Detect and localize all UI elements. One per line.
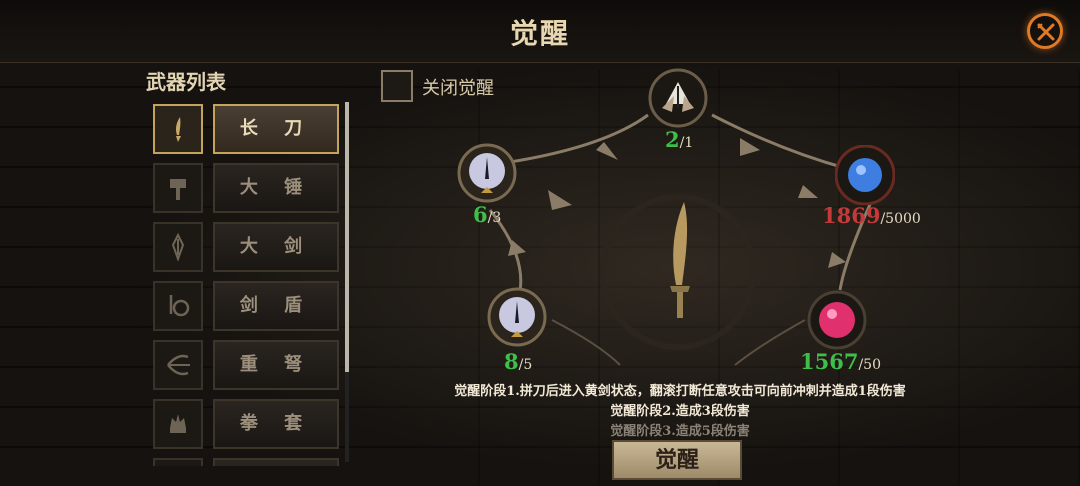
node-lower-right-max: /50	[858, 357, 881, 373]
awaken-node-lower-right[interactable]	[807, 290, 867, 350]
awaken-stage-1-description: 觉醒阶段1.拼刀后进入黄剑状态，翻滚打断任意攻击可向前冲刺并造成1段伤害	[454, 384, 906, 399]
node-upper-right-value: 1869	[822, 203, 881, 228]
awaken-stage-3-description: 觉醒阶段3.造成5段伤害	[610, 424, 750, 439]
node-top-max: /1	[679, 135, 694, 151]
blue-orb-icon	[835, 145, 895, 205]
node-lower-left-count: 8/5	[504, 349, 532, 374]
awaken-node-upper-right[interactable]	[835, 145, 895, 205]
awaken-button[interactable]: 觉醒	[612, 440, 742, 480]
node-top-value: 2	[665, 127, 680, 152]
node-lower-right-count: 1567/50	[800, 349, 881, 374]
awaken-node-top[interactable]	[648, 68, 708, 128]
long-blade-silhouette-icon	[670, 202, 690, 318]
node-upper-right-count: 1869/5000	[822, 203, 921, 228]
eye-orb-icon	[457, 143, 517, 203]
center-weapon	[660, 200, 700, 324]
eye-orb-icon	[487, 287, 547, 347]
crystal-cluster-icon	[648, 68, 708, 128]
node-upper-left-value: 6	[473, 202, 488, 227]
node-upper-right-max: /5000	[880, 211, 921, 227]
awaken-stage-2-description: 觉醒阶段2.造成3段伤害	[610, 404, 750, 419]
node-top-count: 2/1	[665, 127, 693, 152]
node-lower-left-max: /5	[518, 357, 533, 373]
awaken-node-lower-left[interactable]	[487, 287, 547, 347]
node-upper-left-count: 6/3	[473, 202, 501, 227]
node-lower-right-value: 1567	[800, 349, 859, 374]
node-lower-left-value: 8	[504, 349, 519, 374]
awaken-node-upper-left[interactable]	[457, 143, 517, 203]
node-upper-left-max: /3	[487, 210, 502, 226]
pink-orb-icon	[807, 290, 867, 350]
